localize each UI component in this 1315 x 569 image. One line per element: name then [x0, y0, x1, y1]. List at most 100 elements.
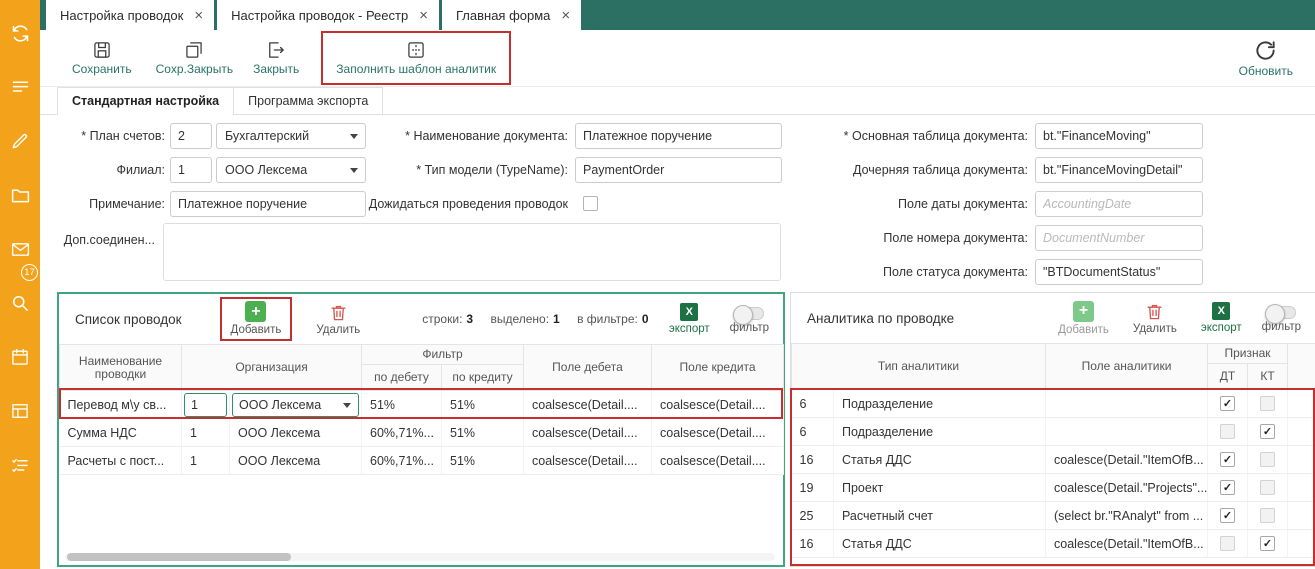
filter-toggle[interactable]: фильтр — [1262, 303, 1301, 333]
analytics-panel: Аналитика по проводке Добавить Удалить э… — [790, 292, 1315, 567]
kt-checkbox[interactable] — [1260, 452, 1275, 467]
tab-label: Настройка проводок - Реестр — [231, 8, 408, 23]
horizontal-scrollbar — [65, 553, 775, 561]
folder-icon[interactable] — [0, 168, 40, 222]
annotation-add-button: Добавить — [220, 297, 293, 341]
close-button[interactable]: Закрыть — [253, 40, 299, 76]
analytics-panel-title: Аналитика по проводке — [807, 311, 954, 326]
tab-close-icon[interactable]: × — [194, 8, 203, 23]
edit-pencil-icon[interactable] — [0, 114, 40, 168]
table-grid-icon[interactable] — [0, 384, 40, 438]
save-close-button[interactable]: Сохр.Закрыть — [156, 40, 233, 76]
trash-icon — [1145, 302, 1164, 321]
analytics-row[interactable]: 19 Проект coalesce(Detail."Projects"... — [792, 474, 1315, 502]
date-field-label: Поле даты документа: — [898, 197, 1028, 211]
analytics-row[interactable]: 6 Подразделение — [792, 390, 1315, 418]
annotation-fill-template: Заполнить шаблон аналитик — [321, 31, 511, 85]
list-icon[interactable] — [0, 60, 40, 114]
note-label: Примечание: — [89, 197, 165, 211]
plan-code-input[interactable] — [170, 123, 212, 149]
task-check-icon[interactable] — [0, 438, 40, 492]
posting-row-selected[interactable]: Перевод м\у св... 1 ООО Лексема 51% 51% … — [60, 391, 784, 419]
branch-code-input[interactable] — [170, 157, 212, 183]
toggle-icon — [734, 307, 764, 320]
scrollbar-thumb[interactable] — [67, 553, 291, 561]
child-table-label: Дочерняя таблица документа: — [853, 163, 1028, 177]
col-header-credit-field: Поле кредита — [652, 345, 784, 391]
col-header-dt: ДТ — [1208, 364, 1248, 390]
mail-icon[interactable]: 17 — [0, 222, 40, 276]
analytics-panel-header: Аналитика по проводке Добавить Удалить э… — [791, 293, 1315, 343]
col-header-by-debit: по дебету — [362, 365, 442, 391]
sync-icon[interactable] — [0, 6, 40, 60]
tab-postings-registry[interactable]: Настройка проводок - Реестр × — [217, 0, 439, 30]
main-table-label: * Основная таблица документа: — [844, 129, 1028, 143]
status-field-input[interactable] — [1035, 259, 1203, 285]
dt-checkbox[interactable] — [1220, 396, 1235, 411]
refresh-button[interactable]: Обновить — [1239, 39, 1293, 78]
export-excel-button[interactable]: экспорт — [669, 303, 710, 335]
kt-checkbox[interactable] — [1260, 508, 1275, 523]
tab-close-icon[interactable]: × — [561, 8, 570, 23]
settings-subtabs: Стандартная настройка Программа экспорта — [40, 87, 1315, 115]
search-icon[interactable] — [0, 276, 40, 330]
col-header-kt: КТ — [1248, 364, 1288, 390]
tab-postings-settings[interactable]: Настройка проводок × — [46, 0, 214, 30]
trash-icon — [329, 303, 348, 322]
dt-checkbox[interactable] — [1220, 452, 1235, 467]
col-header-by-credit: по кредиту — [442, 365, 524, 391]
kt-checkbox[interactable] — [1260, 480, 1275, 495]
col-header-flag-group: Признак — [1208, 344, 1288, 364]
kt-checkbox[interactable] — [1260, 536, 1275, 551]
col-header-filter-group: Фильтр — [362, 345, 524, 365]
dt-checkbox[interactable] — [1220, 508, 1235, 523]
wait-posting-label: Дожидаться проведения проводок — [369, 197, 568, 211]
delete-analytics-button[interactable]: Удалить — [1133, 302, 1177, 335]
fill-template-icon — [406, 40, 426, 60]
add-icon — [245, 301, 266, 322]
child-table-input[interactable] — [1035, 157, 1203, 183]
analytics-table: Тип аналитики Поле аналитики Признак ДТ … — [791, 343, 1315, 558]
subtab-export-program[interactable]: Программа экспорта — [234, 87, 383, 114]
settings-form: * План счетов: Бухгалтерский Филиал: ООО… — [40, 115, 1315, 292]
add-posting-button[interactable]: Добавить — [231, 301, 282, 336]
fill-template-button[interactable]: Заполнить шаблон аналитик — [336, 40, 496, 76]
org-code-input[interactable]: 1 — [184, 393, 227, 417]
date-field-input[interactable] — [1035, 191, 1203, 217]
filter-toggle[interactable]: фильтр — [730, 304, 769, 334]
main-toolbar: Сохранить Сохр.Закрыть Закрыть Заполнить… — [40, 30, 1315, 87]
posting-row[interactable]: Сумма НДС 1 ООО Лексема 60%,71%... 51% c… — [60, 419, 784, 447]
close-form-icon — [266, 40, 286, 60]
number-field-input[interactable] — [1035, 225, 1203, 251]
wait-posting-checkbox[interactable] — [583, 196, 598, 211]
dt-checkbox[interactable] — [1220, 424, 1235, 439]
analytics-row[interactable]: 16 Статья ДДС coalesce(Detail."ItemOfB..… — [792, 530, 1315, 558]
subtab-standard-settings[interactable]: Стандартная настройка — [57, 87, 234, 114]
excel-icon — [680, 303, 698, 321]
save-button[interactable]: Сохранить — [72, 40, 132, 76]
add-analytics-button[interactable]: Добавить — [1058, 301, 1109, 336]
dt-checkbox[interactable] — [1220, 536, 1235, 551]
delete-posting-button[interactable]: Удалить — [316, 303, 360, 336]
main-table-input[interactable] — [1035, 123, 1203, 149]
tab-close-icon[interactable]: × — [419, 8, 428, 23]
refresh-icon — [1254, 39, 1277, 62]
dt-checkbox[interactable] — [1220, 480, 1235, 495]
number-field-label: Поле номера документа: — [883, 231, 1028, 245]
posting-row[interactable]: Расчеты с пост... 1 ООО Лексема 60%,71%.… — [60, 447, 784, 475]
tab-main-form[interactable]: Главная форма × — [442, 0, 581, 30]
analytics-row[interactable]: 25 Расчетный счет (select br."RAnalyt" f… — [792, 502, 1315, 530]
kt-checkbox[interactable] — [1260, 424, 1275, 439]
analytics-row[interactable]: 6 Подразделение — [792, 418, 1315, 446]
extra-join-textarea[interactable] — [163, 223, 781, 281]
calendar-icon[interactable] — [0, 330, 40, 384]
add-icon — [1073, 301, 1094, 322]
org-select[interactable]: ООО Лексема — [232, 393, 359, 417]
col-header-analytics-field: Поле аналитики — [1046, 344, 1208, 390]
save-close-icon — [184, 40, 204, 60]
export-excel-button[interactable]: экспорт — [1201, 302, 1242, 334]
status-field-label: Поле статуса документа: — [883, 265, 1028, 279]
analytics-row[interactable]: 16 Статья ДДС coalesce(Detail."ItemOfB..… — [792, 446, 1315, 474]
kt-checkbox[interactable] — [1260, 396, 1275, 411]
doc-name-label: * Наименование документа: — [405, 129, 568, 143]
